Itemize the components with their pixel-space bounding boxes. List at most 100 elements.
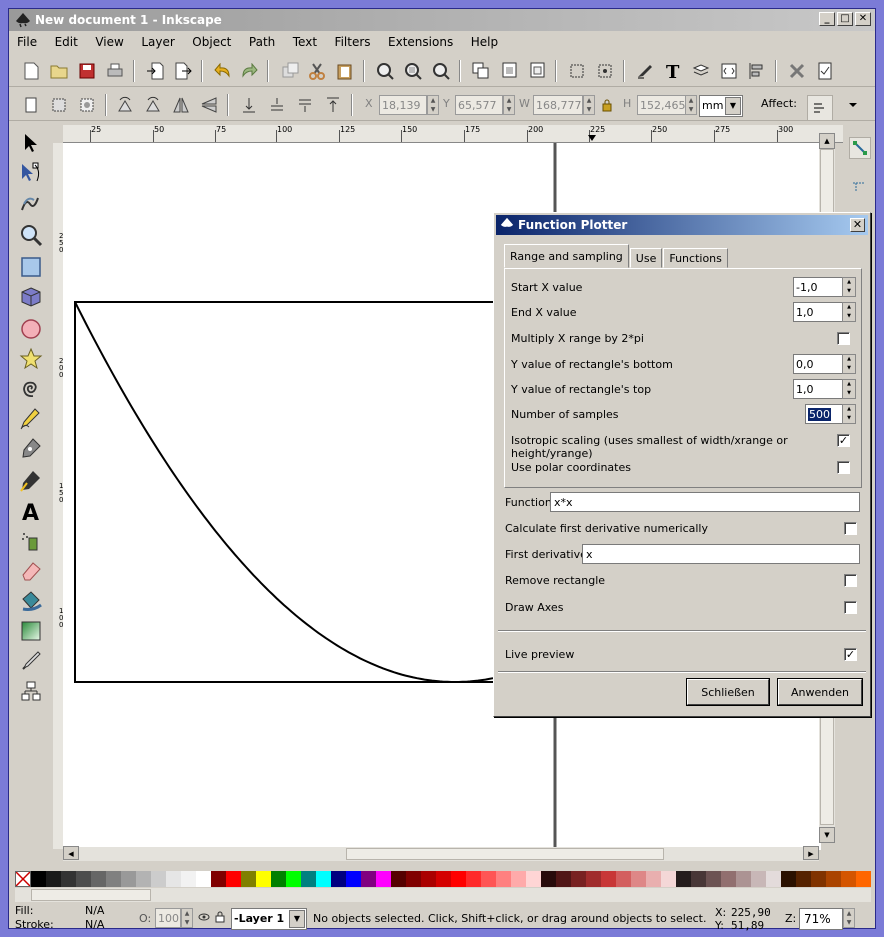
color-swatch[interactable]	[121, 871, 136, 887]
open-folder-icon[interactable]	[49, 61, 69, 81]
ellipse-tool-icon[interactable]	[17, 315, 45, 343]
ungroup-icon[interactable]	[499, 61, 519, 81]
text-font-icon[interactable]: T	[663, 61, 683, 81]
color-swatch[interactable]	[181, 871, 196, 887]
color-swatch[interactable]	[571, 871, 586, 887]
selector-tool-icon[interactable]	[17, 129, 45, 157]
flip-vertical-icon[interactable]	[199, 95, 219, 115]
print-icon[interactable]	[105, 61, 125, 81]
scroll-thumb[interactable]	[31, 889, 151, 901]
tab-use[interactable]: Use	[629, 248, 663, 268]
scroll-right-icon[interactable]: ▶	[803, 846, 819, 860]
lower-to-bottom-icon[interactable]	[239, 95, 259, 115]
spinner-icon[interactable]: ▲ ▼	[842, 404, 856, 424]
color-swatch[interactable]	[391, 871, 406, 887]
y-field[interactable]: 65,577	[455, 95, 503, 115]
color-swatch[interactable]	[631, 871, 646, 887]
spinner-icon[interactable]: ▲ ▼	[842, 302, 856, 322]
close-window-button[interactable]: ✕	[855, 12, 871, 26]
scroll-thumb[interactable]	[346, 848, 664, 860]
dialog-close-button[interactable]: ✕	[850, 218, 865, 232]
node-tool-icon[interactable]	[17, 159, 45, 187]
rectangle-tool-icon[interactable]	[17, 253, 45, 281]
color-swatch[interactable]	[496, 871, 511, 887]
scroll-left-icon[interactable]: ◀	[63, 846, 79, 860]
clone-icon[interactable]	[527, 61, 547, 81]
color-swatch[interactable]	[376, 871, 391, 887]
raise-icon[interactable]	[295, 95, 315, 115]
color-swatch[interactable]	[841, 871, 856, 887]
color-swatch[interactable]	[211, 871, 226, 887]
connector-tool-icon[interactable]	[17, 677, 45, 705]
zoom-page-icon[interactable]	[431, 61, 451, 81]
preferences-icon[interactable]	[787, 61, 807, 81]
w-field[interactable]: 168,777	[533, 95, 583, 115]
end-x-field[interactable]: 1,0 ▲ ▼	[793, 302, 856, 322]
unit-select[interactable]: mm ▼	[699, 95, 743, 117]
color-swatch[interactable]	[721, 871, 736, 887]
export-icon[interactable]	[173, 61, 193, 81]
color-swatch[interactable]	[661, 871, 676, 887]
color-swatch[interactable]	[586, 871, 601, 887]
paste-icon[interactable]	[335, 61, 355, 81]
menu-file[interactable]: File	[9, 33, 43, 49]
color-swatch[interactable]	[706, 871, 721, 887]
dialog-title-bar[interactable]: Function Plotter ✕	[496, 215, 868, 235]
xml-editor-icon[interactable]	[719, 61, 739, 81]
y-spinner[interactable]: ▲ ▼	[503, 95, 515, 115]
pen-tool-icon[interactable]	[17, 435, 45, 463]
w-spinner[interactable]: ▲ ▼	[583, 95, 595, 115]
color-swatch[interactable]	[451, 871, 466, 887]
color-swatch[interactable]	[541, 871, 556, 887]
polar-checkbox[interactable]	[837, 461, 850, 474]
menu-edit[interactable]: Edit	[47, 33, 84, 49]
color-swatch[interactable]	[286, 871, 301, 887]
color-swatch[interactable]	[316, 871, 331, 887]
align-icon[interactable]	[567, 61, 587, 81]
color-swatch[interactable]	[91, 871, 106, 887]
lower-icon[interactable]	[267, 95, 287, 115]
gradient-tool-icon[interactable]	[17, 617, 45, 645]
color-swatch[interactable]	[226, 871, 241, 887]
color-swatch[interactable]	[151, 871, 166, 887]
opacity-field[interactable]: 100	[155, 908, 181, 928]
lock-icon[interactable]	[597, 95, 617, 115]
dropper-tool-icon[interactable]	[17, 647, 45, 675]
layers-icon[interactable]	[691, 61, 711, 81]
flip-horizontal-icon[interactable]	[171, 95, 191, 115]
zoom-tool-icon[interactable]	[17, 221, 45, 249]
calligraphy-tool-icon[interactable]	[17, 467, 45, 495]
color-swatch[interactable]	[256, 871, 271, 887]
3d-box-tool-icon[interactable]	[17, 283, 45, 311]
start-x-field[interactable]: -1,0 ▲ ▼	[793, 277, 856, 297]
x-field[interactable]: 18,139	[379, 95, 427, 115]
star-tool-icon[interactable]	[17, 345, 45, 373]
palette-scrollbar[interactable]	[15, 888, 871, 902]
isotropic-checkbox[interactable]: ✓	[837, 434, 850, 447]
color-swatch[interactable]	[736, 871, 751, 887]
raise-to-top-icon[interactable]	[323, 95, 343, 115]
color-swatch[interactable]	[241, 871, 256, 887]
spinner-icon[interactable]: ▲ ▼	[842, 277, 856, 297]
color-swatch[interactable]	[271, 871, 286, 887]
y-bottom-field[interactable]: 0,0 ▲ ▼	[793, 354, 856, 374]
align-distribute-icon[interactable]	[747, 61, 767, 81]
color-swatch[interactable]	[106, 871, 121, 887]
spray-tool-icon[interactable]	[17, 527, 45, 555]
color-swatch[interactable]	[796, 871, 811, 887]
calc-derivative-checkbox[interactable]	[844, 522, 857, 535]
snap-nodes-icon[interactable]	[849, 175, 869, 195]
color-swatch[interactable]	[511, 871, 526, 887]
minimize-button[interactable]: _	[819, 12, 835, 26]
color-swatch[interactable]	[46, 871, 61, 887]
eye-icon[interactable]	[197, 910, 211, 924]
color-swatch[interactable]	[346, 871, 361, 887]
apply-button[interactable]: Anwenden	[778, 679, 862, 705]
tab-functions[interactable]: Functions	[663, 248, 728, 268]
pencil-tool-icon[interactable]	[17, 405, 45, 433]
color-swatch[interactable]	[436, 871, 451, 887]
scroll-up-icon[interactable]: ▲	[819, 133, 835, 149]
cut-icon[interactable]	[307, 61, 327, 81]
remove-rectangle-checkbox[interactable]	[844, 574, 857, 587]
toolbar-overflow-icon[interactable]	[843, 95, 863, 115]
